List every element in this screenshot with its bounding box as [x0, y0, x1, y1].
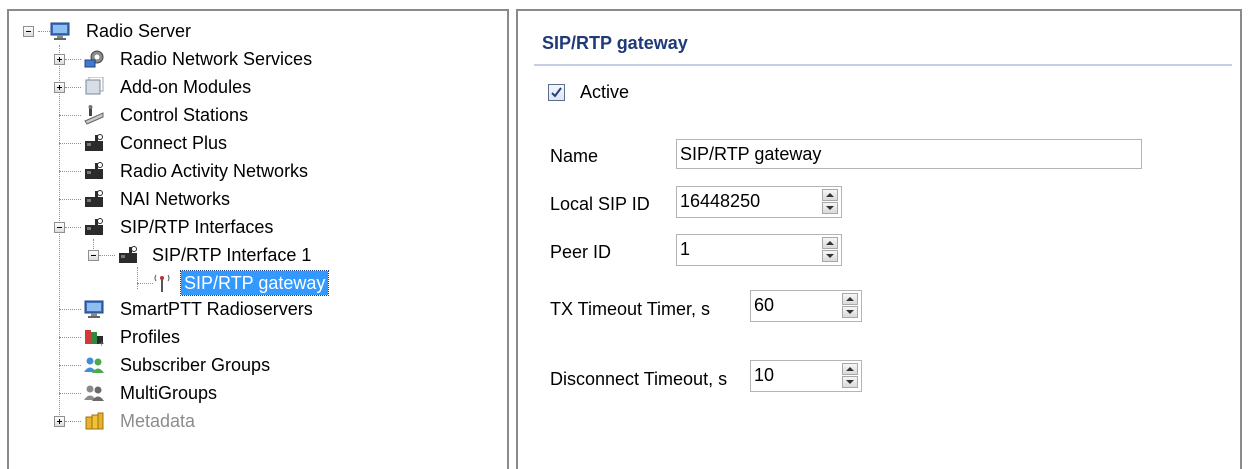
radio-network-icon — [83, 161, 105, 181]
decrement-button[interactable] — [822, 250, 838, 262]
increment-button[interactable] — [822, 237, 838, 249]
tree-item-label: SIP/RTP gateway — [179, 270, 330, 296]
tree-item-label: Add-on Modules — [120, 77, 252, 97]
increment-button[interactable] — [842, 293, 858, 305]
tree-item-label: Radio Network Services — [120, 49, 313, 69]
check-icon — [551, 87, 562, 98]
addon-modules-icon — [83, 76, 105, 97]
antenna-icon — [151, 273, 173, 293]
tree-item-sip-rtp-interface-1[interactable]: SIP/RTP Interface 1 — [9, 243, 489, 267]
multigroups-icon — [83, 383, 105, 403]
tree-item-control-stations[interactable]: Control Stations — [9, 103, 489, 127]
tree-item-label: Control Stations — [120, 105, 249, 125]
collapse-toggle[interactable] — [88, 250, 99, 261]
name-value: SIP/RTP gateway — [680, 144, 822, 164]
active-label: Active — [580, 82, 630, 102]
radio-network-icon — [83, 133, 105, 153]
peer-id-label: Peer ID — [550, 242, 612, 262]
collapse-toggle[interactable] — [54, 222, 65, 233]
tree-item-metadata[interactable]: Metadata — [9, 409, 489, 433]
network-services-icon — [83, 49, 105, 69]
peer-id-value: 1 — [680, 239, 691, 259]
tree-item-profiles[interactable]: + Profiles — [9, 325, 489, 349]
tx-timeout-label: TX Timeout Timer, s — [550, 299, 711, 319]
subscriber-groups-icon — [83, 355, 105, 375]
tree-item-sip-rtp-gateway[interactable]: SIP/RTP gateway — [9, 270, 489, 296]
disconnect-timeout-stepper[interactable]: 10 — [750, 360, 862, 392]
tx-timeout-value: 60 — [754, 295, 775, 315]
tree-item-radio-activity-networks[interactable]: Radio Activity Networks — [9, 159, 489, 183]
decrement-button[interactable] — [842, 376, 858, 388]
tree-item-sip-rtp-interfaces[interactable]: SIP/RTP Interfaces — [9, 215, 489, 239]
active-checkbox[interactable] — [548, 84, 565, 101]
local-sip-id-label: Local SIP ID — [550, 194, 650, 214]
tree-item-label: Connect Plus — [120, 133, 228, 153]
tree-item-add-on-modules[interactable]: Add-on Modules — [9, 75, 489, 99]
decrement-button[interactable] — [842, 306, 858, 318]
tree-item-radio-network-services[interactable]: Radio Network Services — [9, 47, 489, 71]
tree-item-smartptt-radioservers[interactable]: SmartPTT Radioservers — [9, 297, 489, 321]
tree-item-label: Metadata — [120, 411, 196, 431]
decrement-button[interactable] — [822, 202, 838, 214]
tree-item-connect-plus[interactable]: Connect Plus — [9, 131, 489, 155]
server-tree[interactable]: Radio Server Radio Network Services Add-… — [7, 9, 509, 469]
tree-item-label: NAI Networks — [120, 189, 231, 209]
tree-item-label: SmartPTT Radioservers — [120, 299, 313, 319]
increment-button[interactable] — [842, 363, 858, 375]
computer-icon — [49, 21, 71, 41]
tree-item-label: Subscriber Groups — [120, 355, 271, 375]
tree-item-radio-server[interactable]: Radio Server — [9, 19, 489, 43]
radio-network-icon — [83, 217, 105, 237]
computer-icon — [83, 299, 105, 319]
section-title: SIP/RTP gateway — [542, 33, 688, 53]
tree-item-label: SIP/RTP Interfaces — [120, 217, 274, 237]
metadata-icon — [83, 411, 105, 431]
disconnect-timeout-label: Disconnect Timeout, s — [550, 369, 728, 389]
expand-toggle[interactable] — [54, 416, 65, 427]
name-label: Name — [550, 146, 599, 166]
svg-text:+: + — [98, 339, 105, 347]
increment-button[interactable] — [822, 189, 838, 201]
expand-toggle[interactable] — [54, 54, 65, 65]
properties-panel: SIP/RTP gateway Active Name SIP/RTP gate… — [516, 9, 1242, 469]
tree-item-label: Profiles — [120, 327, 181, 347]
tree-item-label: MultiGroups — [120, 383, 218, 403]
expand-toggle[interactable] — [54, 82, 65, 93]
tree-item-label: SIP/RTP Interface 1 — [152, 245, 312, 265]
tree-item-subscriber-groups[interactable]: Subscriber Groups — [9, 353, 489, 377]
tree-item-nai-networks[interactable]: NAI Networks — [9, 187, 489, 211]
peer-id-stepper[interactable]: 1 — [676, 234, 842, 266]
control-stations-icon — [83, 105, 105, 125]
name-field[interactable]: SIP/RTP gateway — [676, 139, 1142, 169]
local-sip-id-value: 16448250 — [680, 191, 761, 211]
radio-network-icon — [117, 245, 139, 265]
tx-timeout-stepper[interactable]: 60 — [750, 290, 862, 322]
profiles-icon: + — [83, 327, 105, 348]
local-sip-id-stepper[interactable]: 16448250 — [676, 186, 842, 218]
tree-item-multigroups[interactable]: MultiGroups — [9, 381, 489, 405]
collapse-toggle[interactable] — [23, 26, 34, 37]
disconnect-timeout-value: 10 — [754, 365, 775, 385]
tree-item-label: Radio Activity Networks — [120, 161, 309, 181]
divider — [534, 64, 1232, 66]
tree-item-label: Radio Server — [86, 21, 192, 41]
radio-network-icon — [83, 189, 105, 209]
